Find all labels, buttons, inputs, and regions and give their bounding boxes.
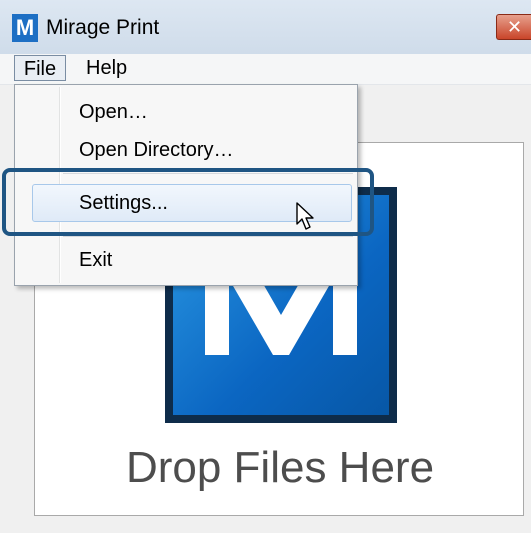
menu-file[interactable]: File: [14, 55, 66, 81]
menu-item-open[interactable]: Open…: [79, 97, 148, 127]
title-bar[interactable]: M Mirage Print ✕: [0, 0, 531, 54]
window-title: Mirage Print: [46, 16, 160, 39]
menu-bar: File Help: [0, 54, 531, 85]
menu-help[interactable]: Help: [86, 55, 127, 81]
close-button[interactable]: ✕: [496, 14, 531, 40]
menu-item-open-directory[interactable]: Open Directory…: [79, 135, 234, 165]
drop-files-label: Drop Files Here: [125, 443, 435, 492]
close-icon: ✕: [506, 17, 523, 37]
settings-highlight-outline: [2, 168, 374, 236]
app-window: M Mirage Print ✕ File Help Drop Files He…: [0, 0, 531, 533]
menu-item-exit[interactable]: Exit: [79, 245, 112, 275]
mouse-pointer-icon: [296, 202, 318, 237]
app-icon: M: [12, 14, 38, 42]
